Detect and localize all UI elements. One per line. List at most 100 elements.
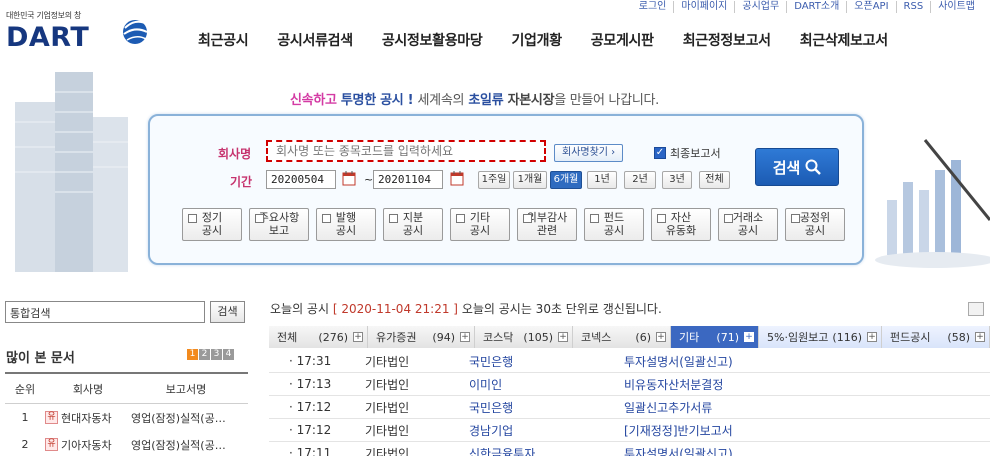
tab-kospi[interactable]: 유가증권 (94) + xyxy=(368,326,475,348)
slogan-part1: 신속하고 xyxy=(290,93,337,108)
tab-kosdaq[interactable]: 코스닥 (105) + xyxy=(475,326,573,348)
list-item: · 17:11 기타법인 신한금융투자 투자설명서(일괄신고) xyxy=(269,442,990,456)
nav-document-search[interactable]: 공시서류검색 xyxy=(277,30,353,50)
table-row[interactable]: 2 유 기아자동차 영업(잠정)실적(공… xyxy=(5,431,248,456)
col-company: 회사명 xyxy=(72,382,104,396)
category-fund[interactable]: 펀드 공시 xyxy=(584,208,644,241)
nav-offering-board[interactable]: 공모게시판 xyxy=(591,30,654,50)
plus-icon[interactable]: + xyxy=(975,332,985,342)
util-about-link[interactable]: DART소개 xyxy=(786,1,846,13)
plus-icon[interactable]: + xyxy=(744,332,754,342)
company-link[interactable]: 국민은행 xyxy=(469,353,624,370)
checkbox-icon xyxy=(523,214,532,223)
tab-5pct-executive[interactable]: 5%·임원보고 (116) + xyxy=(759,326,882,348)
util-work-link[interactable]: 공시업무 xyxy=(734,1,786,13)
page-3-button[interactable]: 3 xyxy=(211,349,222,360)
tab-other[interactable]: 기타 (71) + xyxy=(671,326,759,348)
util-mypage-link[interactable]: 마이페이지 xyxy=(673,1,734,13)
category-ftc[interactable]: 공정위 공시 xyxy=(785,208,845,241)
checkbox-icon xyxy=(791,214,800,223)
page-2-button[interactable]: 2 xyxy=(199,349,210,360)
report-link[interactable]: 투자설명서(일괄신고) xyxy=(624,445,990,456)
category-periodic[interactable]: 정기 공시 xyxy=(182,208,242,241)
page-4-button[interactable]: 4 xyxy=(223,349,234,360)
company-link[interactable]: 경남기업 xyxy=(469,422,624,439)
util-rss-link[interactable]: RSS xyxy=(895,1,931,13)
integrated-search-input[interactable]: 통합검색 xyxy=(5,301,205,323)
plus-icon[interactable]: + xyxy=(353,332,363,342)
company-link[interactable]: 국민은행 xyxy=(469,399,624,416)
time: · 17:12 xyxy=(289,400,332,414)
list-item: · 17:31 기타법인 국민은행 투자설명서(일괄신고) xyxy=(269,350,990,373)
list-item: · 17:13 기타법인 이미인 비유동자산처분결정 xyxy=(269,373,990,396)
slogan-part2: 투명한 공시 ! xyxy=(340,93,414,108)
report-link[interactable]: [기재정정]반기보고서 xyxy=(624,422,990,439)
period-6month-button[interactable]: 6개월 xyxy=(550,171,582,189)
report-link[interactable]: 영업(잠정)실적(공… xyxy=(131,437,241,453)
calendar-icon[interactable] xyxy=(450,170,464,186)
final-report-checkbox[interactable]: ✓ 최종보고서 xyxy=(654,145,721,161)
period-2year-button[interactable]: 2년 xyxy=(624,171,656,189)
end-date-input[interactable]: 20201104 xyxy=(373,170,443,189)
nav-recent-deletions[interactable]: 최근삭제보고서 xyxy=(800,30,888,50)
report-link[interactable]: 투자설명서(일괄신고) xyxy=(624,353,990,370)
dart-logo[interactable]: 대한민국 기업정보의 창 DART xyxy=(6,10,151,56)
market: 기타법인 xyxy=(365,377,410,392)
util-sitemap-link[interactable]: 사이트맵 xyxy=(930,1,982,13)
list-view-icon[interactable] xyxy=(968,302,984,316)
corp-name-input[interactable] xyxy=(266,140,546,162)
market-tabs: 전체 (276) + 유가증권 (94) + 코스닥 (105) + 코넥스 (6) + 기타(… xyxy=(269,326,990,348)
integrated-search-button[interactable]: 검색 xyxy=(210,301,245,323)
rank: 1 xyxy=(21,411,29,424)
calendar-icon[interactable] xyxy=(342,170,356,186)
report-link[interactable]: 비유동자산처분결정 xyxy=(624,376,990,393)
company-link[interactable]: 기아자동차 xyxy=(61,437,131,453)
period-1year-button[interactable]: 1년 xyxy=(587,171,617,189)
time: · 17:31 xyxy=(289,354,332,368)
category-other[interactable]: 기타 공시 xyxy=(450,208,510,241)
category-issuance[interactable]: 발행 공시 xyxy=(316,208,376,241)
checkbox-icon xyxy=(590,214,599,223)
report-link[interactable]: 일괄신고추가서류 xyxy=(624,399,990,416)
tab-konex[interactable]: 코넥스 (6) + xyxy=(573,326,671,348)
plus-icon[interactable]: + xyxy=(558,332,568,342)
util-openapi-link[interactable]: 오픈API xyxy=(846,1,895,13)
category-asset-backed[interactable]: 자산 유동화 xyxy=(651,208,711,241)
period-1month-button[interactable]: 1개월 xyxy=(513,171,547,189)
plus-icon[interactable]: + xyxy=(656,332,666,342)
plus-icon[interactable]: + xyxy=(867,332,877,342)
search-button-label: 검색 xyxy=(772,158,801,177)
nav-company-overview[interactable]: 기업개황 xyxy=(511,30,562,50)
company-link[interactable]: 현대자동차 xyxy=(61,410,131,426)
table-row[interactable]: 1 유 현대자동차 영업(잠정)실적(공… xyxy=(5,404,248,431)
company-link[interactable]: 이미인 xyxy=(469,376,624,393)
company-link[interactable]: 신한금융투자 xyxy=(469,445,624,456)
time: · 17:13 xyxy=(289,377,332,391)
kospi-badge: 유 xyxy=(45,411,58,424)
col-rank: 순위 xyxy=(14,382,36,396)
start-date-input[interactable]: 20200504 xyxy=(266,170,336,189)
nav-info-usage[interactable]: 공시정보활용마당 xyxy=(382,30,483,50)
category-exchange[interactable]: 거래소 공시 xyxy=(718,208,778,241)
report-link[interactable]: 영업(잠정)실적(공… xyxy=(131,410,241,426)
plus-icon[interactable]: + xyxy=(460,332,470,342)
tab-fund[interactable]: 펀드공시 (58) + xyxy=(882,326,990,348)
slogan-part5: 자본시장 xyxy=(507,93,555,108)
find-company-button[interactable]: 회사명찾기 › xyxy=(554,144,624,162)
category-external-audit[interactable]: 외부감사 관련 xyxy=(517,208,577,241)
search-button[interactable]: 검색 xyxy=(755,148,839,186)
checkbox-icon xyxy=(657,214,666,223)
period-all-button[interactable]: 전체 xyxy=(699,171,730,189)
period-1week-button[interactable]: 1주일 xyxy=(478,171,510,189)
nav-recent-disclosure[interactable]: 최근공시 xyxy=(198,30,249,50)
category-major-report[interactable]: 주요사항 보고 xyxy=(249,208,309,241)
nav-recent-corrections[interactable]: 최근정정보고서 xyxy=(683,30,771,50)
tab-all[interactable]: 전체 (276) + xyxy=(269,326,368,348)
checkbox-icon xyxy=(255,214,264,223)
util-login-link[interactable]: 로그인 xyxy=(632,1,674,13)
page-1-button[interactable]: 1 xyxy=(187,349,198,360)
today-refresh-note: 오늘의 공시는 30초 단위로 갱신됩니다. xyxy=(461,302,662,316)
today-title: 오늘의 공시 xyxy=(270,302,330,316)
period-3year-button[interactable]: 3년 xyxy=(662,171,692,189)
category-equity[interactable]: 지분 공시 xyxy=(383,208,443,241)
